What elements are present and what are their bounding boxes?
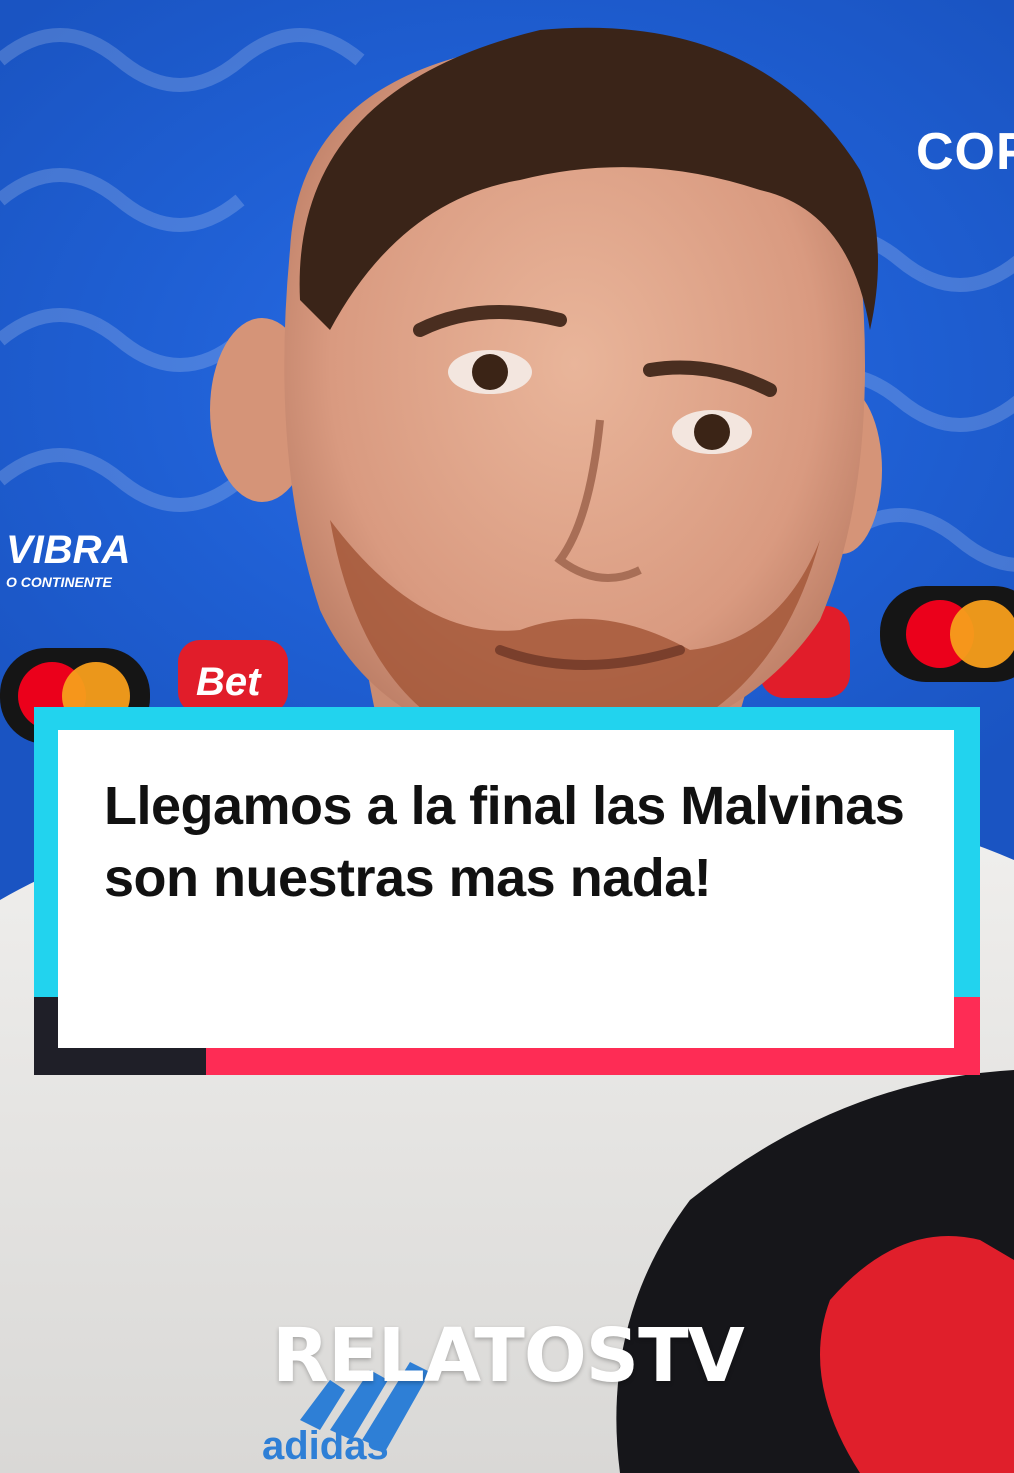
shirt-brand-text: adidas (262, 1424, 389, 1468)
caption-text: Llegamos a la final las Malvinas son nue… (104, 776, 905, 908)
watermark-relatostv: RELATOSTV (272, 1313, 745, 1399)
caption-box: Llegamos a la final las Malvinas son nue… (58, 730, 954, 1048)
